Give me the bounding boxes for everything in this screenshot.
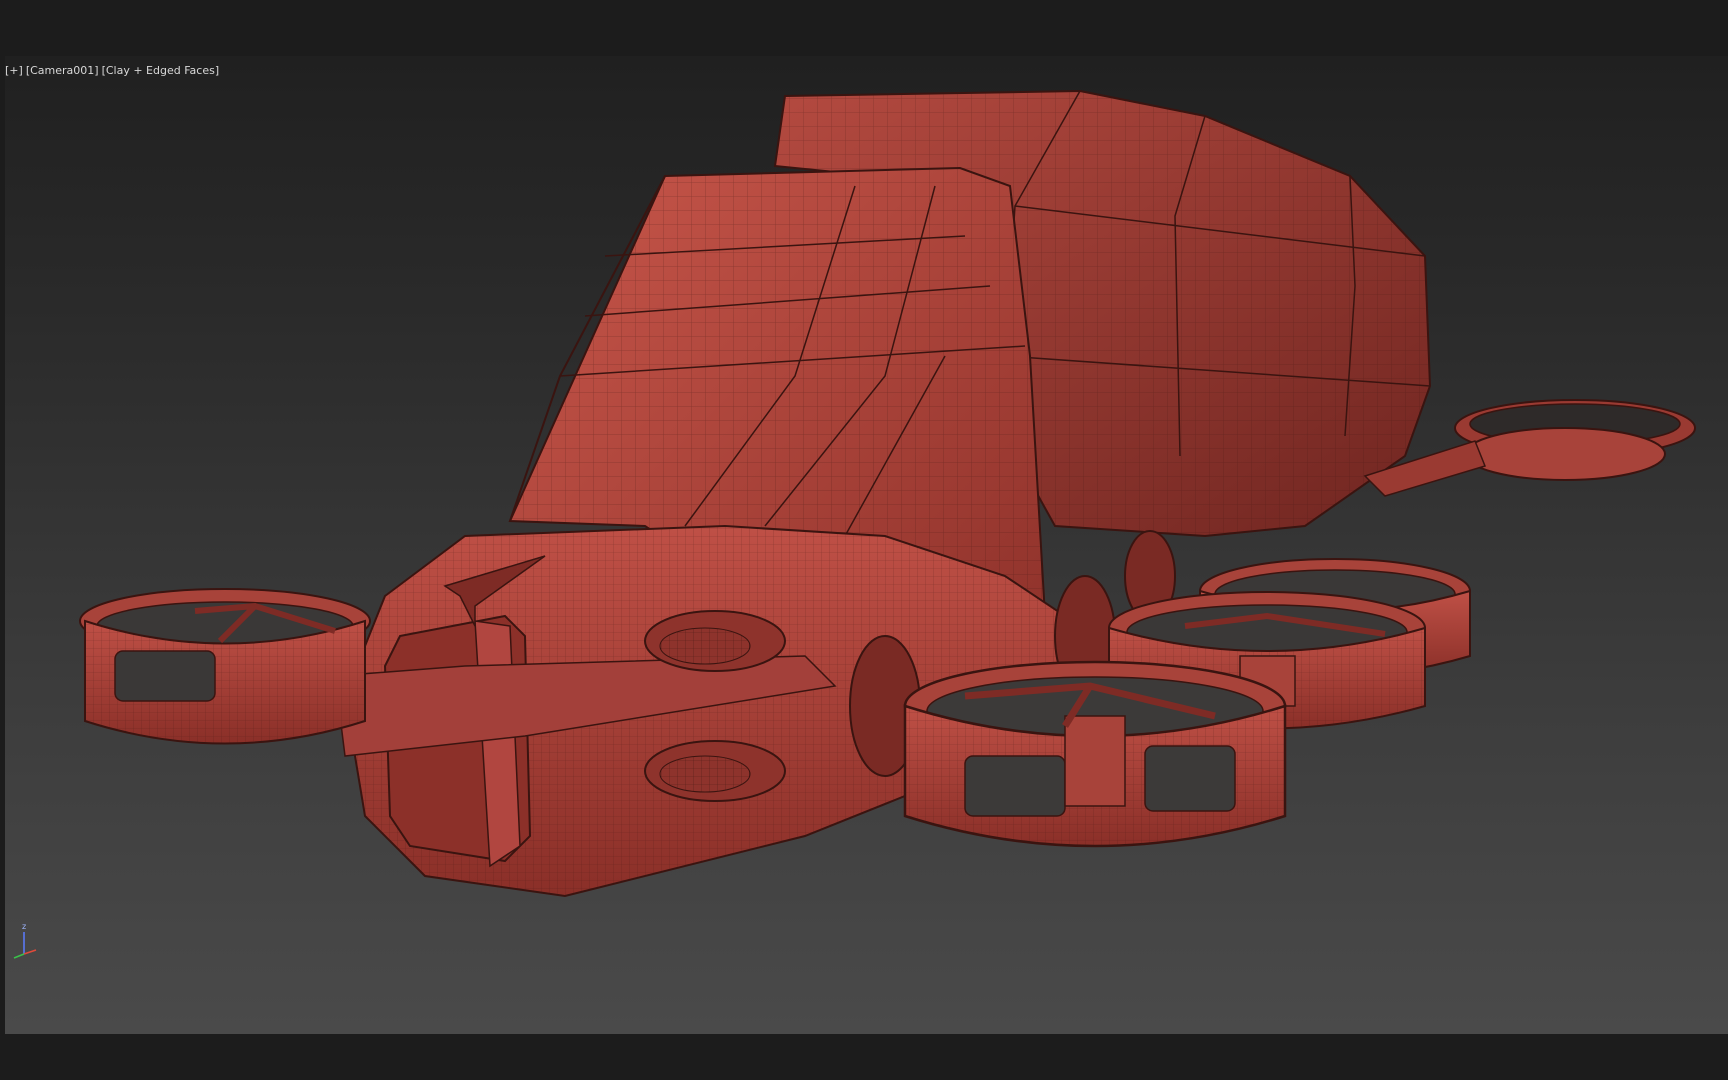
bottom-bar: [0, 1034, 1728, 1080]
axis-gizmo-svg: [13, 932, 37, 959]
3d-viewport-app: [+] [Camera001] [Clay + Edged Faces] z: [0, 0, 1728, 1080]
top-bar: [0, 0, 1728, 56]
viewport-shading-menu[interactable]: [Clay + Edged Faces]: [102, 64, 220, 77]
camera-viewport[interactable]: [+] [Camera001] [Clay + Edged Faces]: [5, 56, 1728, 1034]
xyz-axis-icon: z: [8, 920, 48, 960]
viewport-plus-menu[interactable]: [+]: [5, 64, 23, 77]
rotor-front-left: [79, 588, 371, 745]
viewport-camera-menu[interactable]: [Camera001]: [26, 64, 99, 77]
rotor-front-right: [903, 660, 1287, 848]
scene-render[interactable]: [5, 56, 1728, 1034]
axis-z-label: z: [22, 922, 27, 931]
viewport-label: [+] [Camera001] [Clay + Edged Faces]: [5, 64, 222, 77]
